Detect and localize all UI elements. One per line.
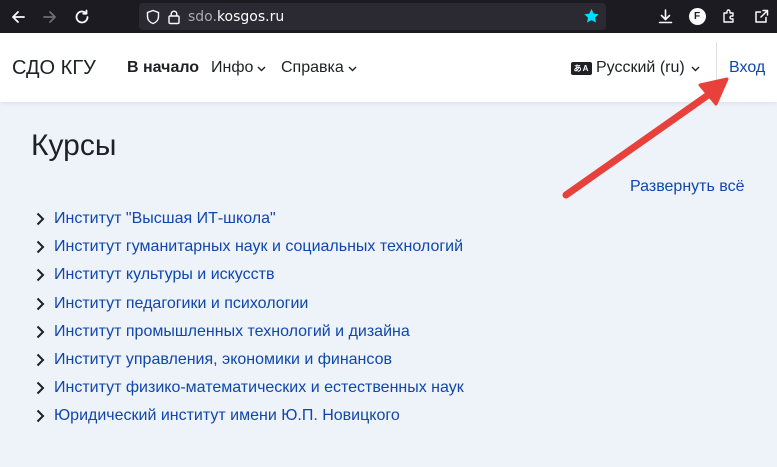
nav-home-link[interactable]: В начало [127, 59, 199, 77]
nav-help-label: Справка [281, 59, 344, 76]
chevron-down-icon [348, 64, 357, 73]
category-link[interactable]: Юридический институт имени Ю.П. Новицког… [54, 407, 400, 425]
toolbar-icons: F [649, 0, 777, 33]
chevron-right-icon[interactable] [33, 268, 47, 282]
profile-avatar: F [688, 8, 706, 25]
language-menu[interactable]: あA Русский (ru) [571, 59, 700, 77]
category-item[interactable]: Институт физико-математических и естеств… [33, 374, 464, 402]
site-brand[interactable]: СДО КГУ [12, 57, 96, 80]
back-button[interactable] [4, 3, 32, 31]
downloads-button[interactable] [649, 0, 681, 33]
category-list: Институт "Высшая ИТ-школа" Институт гума… [33, 205, 464, 431]
chevron-right-icon[interactable] [33, 409, 47, 423]
language-icon: あA [571, 61, 592, 75]
category-link[interactable]: Институт культуры и искусств [54, 266, 274, 284]
header-divider [716, 42, 717, 92]
category-item[interactable]: Институт "Высшая ИТ-школа" [33, 205, 464, 233]
category-link[interactable]: Институт "Высшая ИТ-школа" [54, 210, 276, 228]
chevron-right-icon[interactable] [33, 353, 47, 367]
chevron-down-icon [257, 64, 266, 73]
category-item[interactable]: Институт промышленных технологий и дизай… [33, 318, 464, 346]
back-arrow-icon [12, 10, 25, 23]
category-link[interactable]: Институт педагогики и психологии [54, 295, 308, 313]
category-item[interactable]: Институт гуманитарных наук и социальных … [33, 233, 464, 261]
category-link[interactable]: Институт управления, экономики и финансо… [54, 351, 392, 369]
nav-info-label: Инфо [211, 59, 254, 76]
address-bar[interactable]: sdo.kosgos.ru [139, 3, 606, 30]
url-subdomain: sdo. [188, 8, 217, 25]
lock-icon[interactable] [167, 9, 181, 25]
category-item[interactable]: Институт культуры и искусств [33, 261, 464, 289]
login-link[interactable]: Вход [729, 59, 765, 77]
category-item[interactable]: Институт управления, экономики и финансо… [33, 346, 464, 374]
category-link[interactable]: Институт промышленных технологий и дизай… [54, 323, 410, 341]
nav-help-menu[interactable]: Справка [281, 59, 357, 77]
site-header: СДО КГУ В начало Инфо Справка あA Русский… [0, 33, 777, 102]
forward-arrow-icon [43, 10, 56, 23]
reload-icon [75, 9, 89, 23]
page-title: Курсы [31, 129, 117, 162]
download-icon [658, 9, 672, 24]
category-link[interactable]: Институт гуманитарных наук и социальных … [54, 238, 463, 256]
chevron-right-icon[interactable] [33, 325, 47, 339]
chevron-right-icon[interactable] [33, 240, 47, 254]
language-label: Русский (ru) [596, 59, 685, 76]
bookmark-star-icon[interactable] [583, 8, 600, 25]
open-external-icon [754, 9, 768, 23]
browser-toolbar: sdo.kosgos.ru F [0, 0, 777, 33]
category-item[interactable]: Институт педагогики и психологии [33, 290, 464, 318]
chevron-right-icon[interactable] [33, 212, 47, 226]
expand-all-link[interactable]: Развернуть всё [630, 178, 744, 196]
forward-button[interactable] [36, 3, 64, 31]
chevron-right-icon[interactable] [33, 297, 47, 311]
reload-button[interactable] [68, 3, 96, 31]
nav-info-menu[interactable]: Инфо [211, 59, 266, 77]
open-external-button[interactable] [745, 0, 777, 33]
tracking-shield-icon[interactable] [145, 9, 161, 25]
category-item[interactable]: Юридический институт имени Ю.П. Новицког… [33, 402, 464, 430]
extensions-button[interactable] [713, 0, 745, 33]
chevron-down-icon [691, 64, 700, 73]
category-link[interactable]: Институт физико-математических и естеств… [54, 379, 464, 397]
url-host: kosgos.ru [216, 8, 285, 25]
url-text[interactable]: sdo.kosgos.ru [188, 9, 284, 25]
chevron-right-icon[interactable] [33, 381, 47, 395]
account-button[interactable]: F [681, 0, 713, 33]
puzzle-icon [722, 9, 734, 23]
